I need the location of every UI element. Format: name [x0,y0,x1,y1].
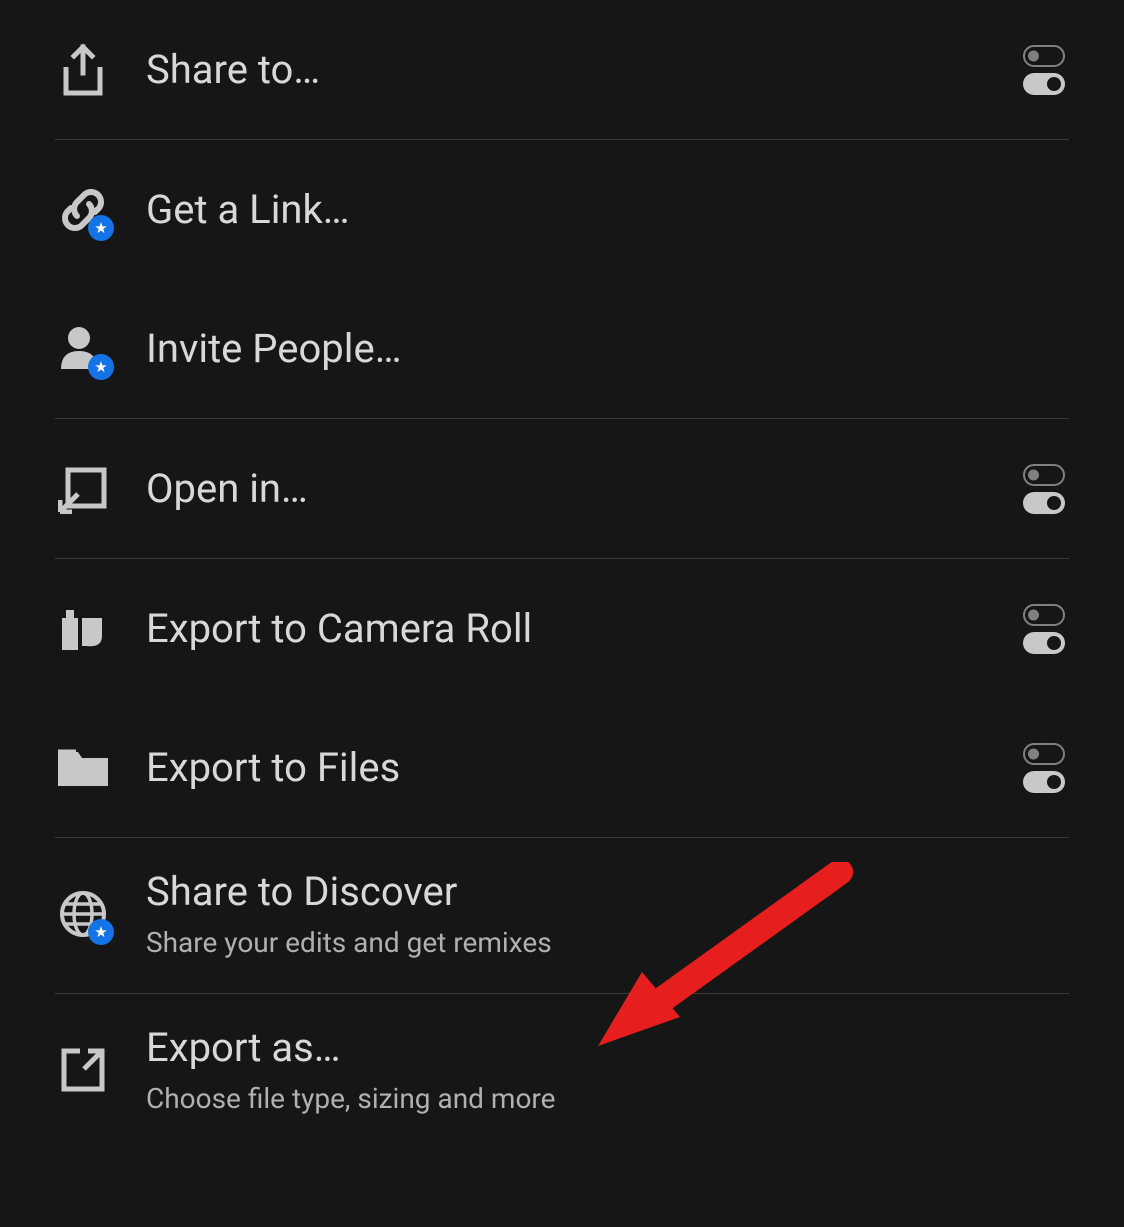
toggle-pair-icon [1023,604,1065,654]
menu-item-export-files[interactable]: Export to Files [55,698,1069,837]
export-icon [55,1042,110,1097]
menu-item-share-to[interactable]: Share to… [55,0,1069,139]
menu-item-label: Get a Link… [146,186,1069,234]
share-icon [55,42,110,97]
star-badge-icon [88,354,114,380]
star-badge-icon [88,215,114,241]
menu-item-label: Share to Discover [146,868,1069,916]
menu-item-sublabel: Choose file type, sizing and more [146,1082,1069,1115]
menu-item-share-discover[interactable]: Share to Discover Share your edits and g… [55,838,1069,993]
menu-item-label: Open in… [146,465,1023,513]
toggle-pair-icon [1023,464,1065,514]
menu-item-invite-people[interactable]: Invite People… [55,279,1069,418]
menu-item-label: Share to… [146,46,1023,94]
toggle-pair-icon [1023,743,1065,793]
folder-icon [55,740,110,795]
person-icon [55,321,110,376]
menu-item-get-link[interactable]: Get a Link… [55,140,1069,279]
share-export-menu: Share to… Get a Link… Invite Peo [0,0,1124,1149]
menu-item-sublabel: Share your edits and get remixes [146,926,1069,959]
star-badge-icon [88,919,114,945]
toggle-pair-icon [1023,45,1065,95]
menu-item-label: Export to Camera Roll [146,605,1023,653]
menu-item-open-in[interactable]: Open in… [55,419,1069,558]
link-icon [55,182,110,237]
globe-icon [55,886,110,941]
menu-item-label: Export as… [146,1024,1069,1072]
menu-item-export-camera-roll[interactable]: Export to Camera Roll [55,559,1069,698]
menu-item-label: Export to Files [146,744,1023,792]
camera-roll-icon [55,601,110,656]
menu-item-export-as[interactable]: Export as… Choose file type, sizing and … [55,994,1069,1149]
menu-item-label: Invite People… [146,325,1069,373]
open-in-icon [55,461,110,516]
